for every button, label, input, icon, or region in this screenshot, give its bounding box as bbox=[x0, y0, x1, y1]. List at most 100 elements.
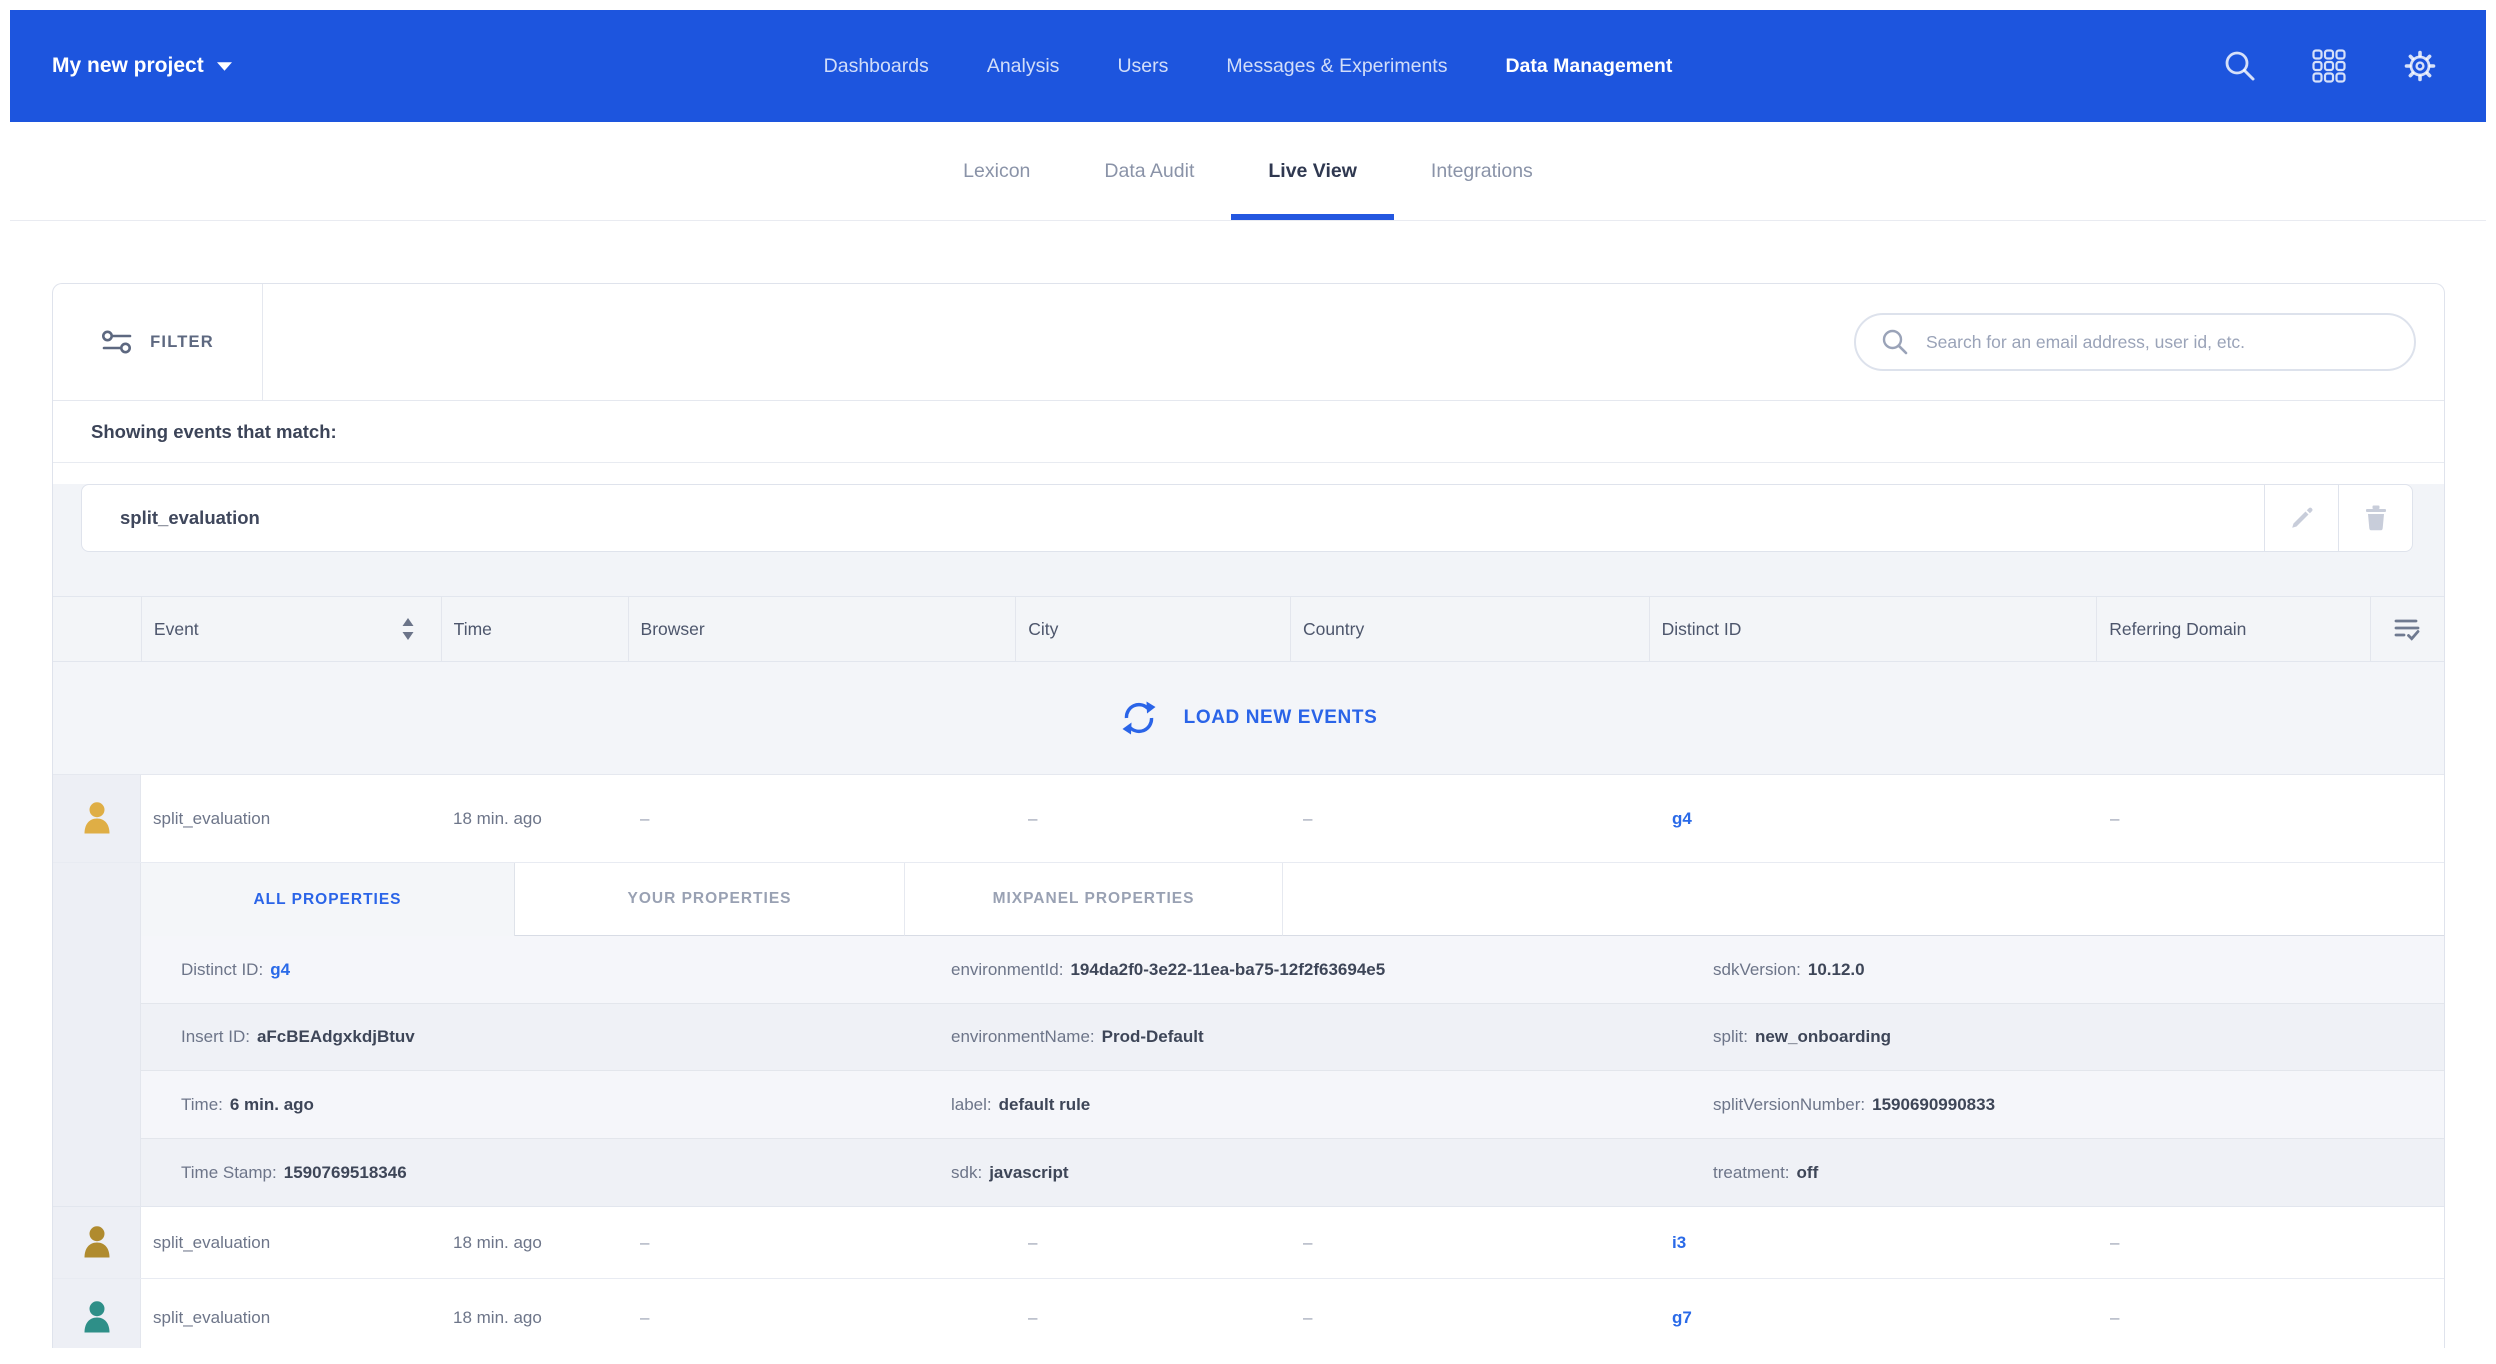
property: split: new_onboarding bbox=[1713, 1027, 2444, 1047]
cell-time: 18 min. ago bbox=[441, 1207, 628, 1278]
cell-browser: – bbox=[628, 775, 1016, 862]
filter-button[interactable]: FILTER bbox=[53, 284, 263, 400]
tab-data-audit[interactable]: Data Audit bbox=[1067, 122, 1231, 220]
column-header-distinct-id: Distinct ID bbox=[1649, 597, 2097, 661]
pencil-icon bbox=[2288, 504, 2316, 532]
load-new-events-row: LOAD NEW EVENTS bbox=[53, 662, 2444, 775]
event-details-panel: ALL PROPERTIES YOUR PROPERTIES MIXPANEL … bbox=[53, 863, 2444, 1207]
property: environmentId: 194da2f0-3e22-11ea-ba75-1… bbox=[951, 960, 1713, 980]
nav-messages-experiments[interactable]: Messages & Experiments bbox=[1226, 55, 1447, 78]
tab-all-properties[interactable]: ALL PROPERTIES bbox=[141, 863, 515, 936]
property-row: Time Stamp: 1590769518346 sdk: javascrip… bbox=[141, 1138, 2444, 1206]
cell-distinct-id: g4 bbox=[1650, 775, 2098, 862]
cell-time: 18 min. ago bbox=[441, 1279, 628, 1348]
details-gutter bbox=[53, 863, 141, 1206]
cell-browser: – bbox=[628, 1207, 1016, 1278]
tab-your-properties[interactable]: YOUR PROPERTIES bbox=[515, 863, 905, 936]
filter-chip-row: split_evaluation bbox=[81, 484, 2413, 552]
filter-sliders-icon bbox=[101, 328, 133, 356]
filter-button-label: FILTER bbox=[150, 333, 214, 352]
property: treatment: off bbox=[1713, 1163, 2444, 1183]
tab-lexicon[interactable]: Lexicon bbox=[926, 122, 1067, 220]
property: label: default rule bbox=[951, 1095, 1713, 1115]
sort-icon bbox=[401, 617, 415, 641]
secondary-tabs: Lexicon Data Audit Live View Integration… bbox=[10, 122, 2486, 221]
event-row[interactable]: split_evaluation 18 min. ago – – – i3 – bbox=[53, 1207, 2444, 1279]
gear-icon[interactable] bbox=[2400, 46, 2440, 86]
event-row[interactable]: split_evaluation 18 min. ago – – – g4 – bbox=[53, 775, 2444, 863]
load-new-events-button[interactable]: LOAD NEW EVENTS bbox=[1120, 699, 1378, 737]
tab-live-view[interactable]: Live View bbox=[1231, 122, 1394, 220]
cell-referring-domain: – bbox=[2098, 775, 2372, 862]
chevron-down-icon bbox=[217, 62, 232, 71]
event-filter-chip[interactable]: split_evaluation bbox=[81, 484, 2265, 552]
tabs-filler bbox=[1283, 863, 2444, 936]
event-filter-chip-label: split_evaluation bbox=[120, 507, 260, 529]
search-input[interactable] bbox=[1926, 332, 2390, 353]
cell-city: – bbox=[1016, 775, 1291, 862]
search-box[interactable] bbox=[1854, 313, 2416, 371]
avatar-cell bbox=[53, 1207, 141, 1278]
user-avatar-icon bbox=[82, 1300, 112, 1335]
refresh-icon bbox=[1120, 699, 1158, 737]
property: Time: 6 min. ago bbox=[141, 1095, 951, 1115]
cell-city: – bbox=[1016, 1279, 1291, 1348]
filter-bar: FILTER bbox=[53, 284, 2444, 401]
cell-country: – bbox=[1291, 775, 1650, 862]
filter-chip-section: split_evaluation bbox=[53, 484, 2444, 597]
delete-filter-button[interactable] bbox=[2339, 484, 2413, 552]
column-header-city: City bbox=[1015, 597, 1290, 661]
cell-distinct-id: i3 bbox=[1650, 1207, 2098, 1278]
edit-filter-button[interactable] bbox=[2265, 484, 2339, 552]
column-header-event-label: Event bbox=[154, 619, 199, 640]
cell-referring-domain: – bbox=[2098, 1207, 2372, 1278]
cell-event: split_evaluation bbox=[141, 775, 441, 862]
tab-mixpanel-properties[interactable]: MIXPANEL PROPERTIES bbox=[905, 863, 1283, 936]
column-settings-icon bbox=[2394, 617, 2422, 641]
property-row: Time: 6 min. ago label: default rule spl… bbox=[141, 1070, 2444, 1138]
trash-icon bbox=[2363, 504, 2389, 532]
column-header-country: Country bbox=[1290, 597, 1649, 661]
column-header-referring-domain: Referring Domain bbox=[2096, 597, 2370, 661]
property: sdk: javascript bbox=[951, 1163, 1713, 1183]
distinct-id-link[interactable]: g4 bbox=[270, 960, 290, 980]
column-header-browser: Browser bbox=[628, 597, 1016, 661]
top-nav: My new project Dashboards Analysis Users… bbox=[10, 10, 2486, 122]
cell-referring-domain: – bbox=[2098, 1279, 2372, 1348]
details-main: ALL PROPERTIES YOUR PROPERTIES MIXPANEL … bbox=[141, 863, 2444, 1206]
avatar-cell bbox=[53, 1279, 141, 1348]
distinct-id-link[interactable]: i3 bbox=[1662, 1233, 1686, 1253]
distinct-id-link[interactable]: g4 bbox=[1662, 809, 1692, 829]
property: Distinct ID: g4 bbox=[141, 960, 951, 980]
cell-country: – bbox=[1291, 1279, 1650, 1348]
cell-browser: – bbox=[628, 1279, 1016, 1348]
column-header-event[interactable]: Event bbox=[141, 597, 441, 661]
search-icon[interactable] bbox=[2222, 48, 2258, 84]
live-view-panel: FILTER Showing events that match: split_… bbox=[52, 283, 2445, 1348]
table-header: Event Time Browser City Country Distinct… bbox=[53, 597, 2444, 662]
cell-event: split_evaluation bbox=[141, 1279, 441, 1348]
project-selector[interactable]: My new project bbox=[52, 54, 232, 78]
event-row[interactable]: split_evaluation 18 min. ago – – – g7 – bbox=[53, 1279, 2444, 1348]
cell-city: – bbox=[1016, 1207, 1291, 1278]
column-header-time: Time bbox=[441, 597, 628, 661]
property: splitVersionNumber: 1590690990833 bbox=[1713, 1095, 2444, 1115]
apps-grid-icon[interactable] bbox=[2312, 49, 2346, 83]
user-avatar-icon bbox=[82, 1225, 112, 1260]
nav-analysis[interactable]: Analysis bbox=[987, 55, 1060, 78]
property: Insert ID: aFcBEAdgxkdjBtuv bbox=[141, 1027, 951, 1047]
column-settings-button[interactable] bbox=[2370, 597, 2444, 661]
distinct-id-link[interactable]: g7 bbox=[1662, 1308, 1692, 1328]
nav-dashboards[interactable]: Dashboards bbox=[824, 55, 929, 78]
avatar-column-header bbox=[53, 597, 141, 661]
nav-users[interactable]: Users bbox=[1117, 55, 1168, 78]
tab-integrations[interactable]: Integrations bbox=[1394, 122, 1570, 220]
showing-events-row: Showing events that match: bbox=[53, 401, 2444, 463]
cell-country: – bbox=[1291, 1207, 1650, 1278]
search-icon bbox=[1880, 327, 1910, 357]
property-row: Insert ID: aFcBEAdgxkdjBtuv environmentN… bbox=[141, 1003, 2444, 1070]
cell-distinct-id: g7 bbox=[1650, 1279, 2098, 1348]
nav-data-management[interactable]: Data Management bbox=[1505, 55, 1672, 78]
properties-grid: Distinct ID: g4 environmentId: 194da2f0-… bbox=[141, 936, 2444, 1206]
project-name: My new project bbox=[52, 54, 204, 78]
